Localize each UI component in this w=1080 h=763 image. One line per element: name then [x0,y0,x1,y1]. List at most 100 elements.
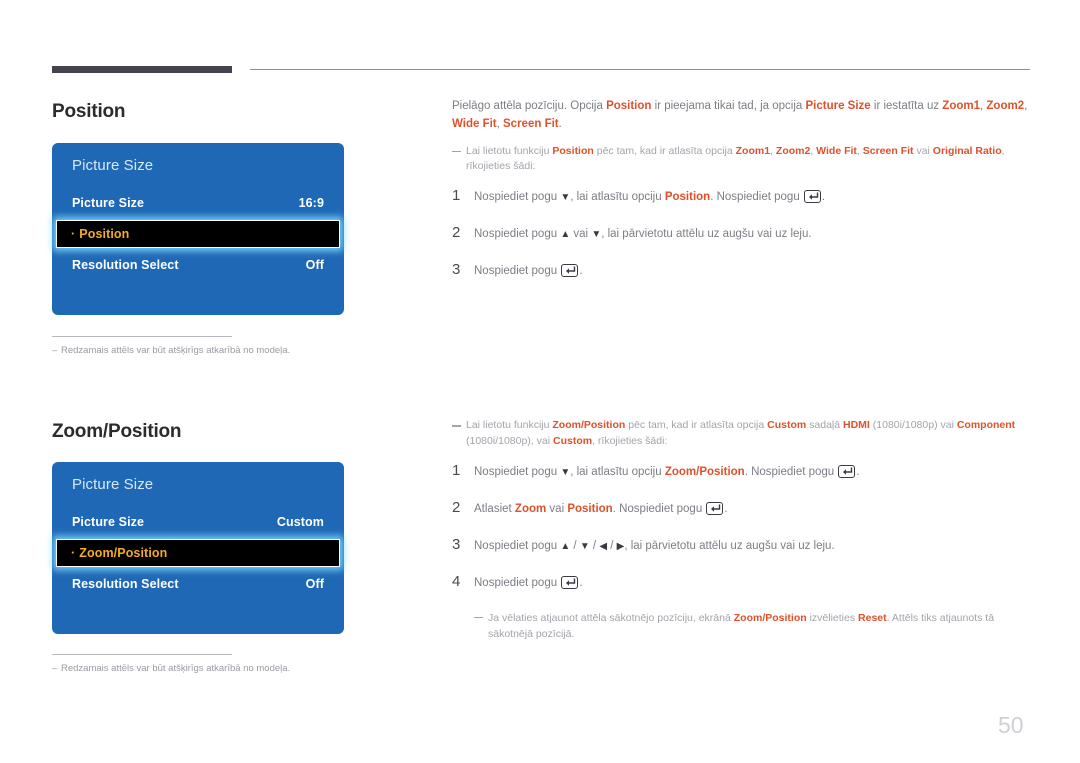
osd-row-list: Picture Size Custom · Zoom/Position Resoluti… [52,507,344,599]
keyword-emphasis: Zoom2 [986,100,1025,112]
footnote-dash: – [52,345,58,356]
step-number: 4 [452,572,461,590]
osd-menu-position: Picture Size Picture Size 16:9 · Position Re… [52,143,344,315]
instruction-step: 1 Nospiediet pogu ▼, lai atlasītu opciju … [452,187,1032,209]
step-text: Nospiediet pogu ▼, lai atlasītu opciju P… [474,190,826,204]
instructions-zoom-position: Lai lietotu funkciju Zoom/Position pēc t… [452,418,1032,642]
footnote-block-zoom-position: – Redzamais attēls var būt atšķirīgs atka… [52,654,352,675]
keyword-emphasis: Zoom2 [775,144,811,157]
step-text: Atlasiet Zoom vai Position. Nospiediet p… [474,501,728,515]
keyword-emphasis: Position [606,100,652,112]
keyword-emphasis: Custom [552,434,593,447]
step-text: Nospiediet pogu . [474,264,583,278]
header-rule-thick [52,66,232,73]
keyword-emphasis: Custom [767,419,807,431]
step-list: 1 Nospiediet pogu ▼, lai atlasītu opciju … [452,462,1032,595]
osd-row-list: Picture Size 16:9 · Position Resolution Sele… [52,188,344,280]
keyword-emphasis: Wide Fit [816,144,857,157]
keyword-emphasis: Reset [858,611,887,624]
keyword-emphasis: Zoom/Position [552,419,626,431]
keyword-emphasis: Position [552,144,594,157]
osd-title: Picture Size [72,157,154,174]
keyword-emphasis: Original Ratio [932,144,1002,157]
osd-row[interactable]: Picture Size Custom [52,507,344,537]
keyword-emphasis: HDMI [843,419,870,431]
instruction-step: 2 Nospiediet pogu ▲ vai ▼, lai pārvietotu… [452,224,1032,246]
intro-paragraph: Pielāgo attēla pozīciju. Opcija Position… [452,100,1028,130]
osd-row[interactable]: Resolution Select Off [52,250,344,280]
osd-row-label: Picture Size [72,515,145,529]
instructions-position: Pielāgo attēla pozīciju. Opcija Position… [452,98,1032,298]
osd-row-selected[interactable]: · Zoom/Position [56,539,340,567]
footnote-rule [52,654,232,655]
page-title-zoom-position: Zoom/Position [52,421,182,442]
instruction-step: 3 Nospiediet pogu . [452,261,1032,283]
sub-note: Ja vēlaties atjaunot attēla sākotnējo po… [474,610,1032,643]
osd-row-label: Picture Size [72,196,145,210]
step-number: 2 [452,224,461,242]
instruction-step: 3 Nospiediet pogu ▲ / ▼ / ◀ / ▶, lai pārv… [452,536,1032,558]
step-text: Nospiediet pogu ▲ / ▼ / ◀ / ▶, lai pārvi… [474,539,835,552]
footnote-text: – Redzamais attēls var būt atšķirīgs atka… [52,662,352,675]
instruction-step: 1 Nospiediet pogu ▼, lai atlasītu opciju … [452,462,1032,484]
enter-key-icon [803,190,821,204]
osd-row-label: · Zoom/Position [71,546,168,560]
header-rule-thin [250,69,1030,70]
direction-arrow-icon: ▼ [560,192,571,204]
bullet-icon: · [71,227,76,241]
osd-row-value: 16:9 [298,196,324,210]
manual-page: Position Picture Size Picture Size 16:9 · P… [0,0,1080,763]
osd-row-value: Off [305,258,324,272]
direction-arrow-icon: ▶ [616,540,625,552]
step-number: 3 [452,261,461,279]
enter-key-icon [838,464,856,478]
keyword-emphasis: Zoom1 [735,144,771,157]
note-paragraph: Lai lietotu funkciju Zoom/Position pēc t… [452,418,1032,450]
keyword-emphasis: Position [664,191,711,204]
keyword-emphasis: Position [567,502,613,515]
keyword-emphasis: Screen Fit [862,144,914,157]
step-number: 1 [452,461,461,479]
keyword-emphasis: Component [956,419,1016,431]
step-number: 3 [452,535,461,553]
keyword-emphasis: Zoom/Position [733,611,807,624]
enter-key-icon [561,575,579,589]
instruction-step: 2 Atlasiet Zoom vai Position. Nospiediet … [452,499,1032,521]
osd-row-selected[interactable]: · Position [56,220,340,248]
osd-row[interactable]: Picture Size 16:9 [52,188,344,218]
direction-arrow-icon: ▼ [591,229,602,241]
keyword-emphasis: Wide Fit [452,117,497,130]
page-title-position: Position [52,101,126,122]
keyword-emphasis: Screen Fit [503,117,559,130]
keyword-emphasis: Zoom [514,502,547,515]
footnote-text: – Redzamais attēls var būt atšķirīgs atka… [52,344,352,357]
step-number: 1 [452,187,461,205]
direction-arrow-icon: ▲ [560,540,571,552]
keyword-emphasis: Zoom1 [942,100,980,112]
footnote-label: Redzamais attēls var būt atšķirīgs atkar… [61,663,291,674]
step-list: 1 Nospiediet pogu ▼, lai atlasītu opciju … [452,187,1032,283]
osd-menu-zoom-position: Picture Size Picture Size Custom · Zoom/Pos… [52,462,344,634]
osd-row-value: Off [305,577,324,591]
osd-row-value: Custom [276,515,324,529]
footnote-dash: – [52,663,58,674]
osd-row-label: · Position [71,227,130,241]
step-number: 2 [452,498,461,516]
osd-row-label: Resolution Select [72,258,179,272]
footnote-block-position: – Redzamais attēls var būt atšķirīgs atka… [52,336,352,357]
direction-arrow-icon: ▼ [560,466,571,478]
osd-title: Picture Size [72,476,154,493]
enter-key-icon [561,264,579,278]
page-number: 50 [998,712,1024,738]
direction-arrow-icon: ◀ [599,540,608,552]
footnote-label: Redzamais attēls var būt atšķirīgs atkar… [61,345,291,356]
osd-row[interactable]: Resolution Select Off [52,569,344,599]
keyword-emphasis: Picture Size [805,100,871,112]
direction-arrow-icon: ▲ [560,229,571,241]
bullet-icon: · [71,546,76,560]
step-text: Nospiediet pogu ▲ vai ▼, lai pārvietotu … [474,228,812,241]
keyword-emphasis: Zoom/Position [664,465,745,478]
osd-row-label: Resolution Select [72,577,179,591]
step-text: Nospiediet pogu ▼, lai atlasītu opciju Z… [474,464,860,478]
footnote-rule [52,336,232,337]
